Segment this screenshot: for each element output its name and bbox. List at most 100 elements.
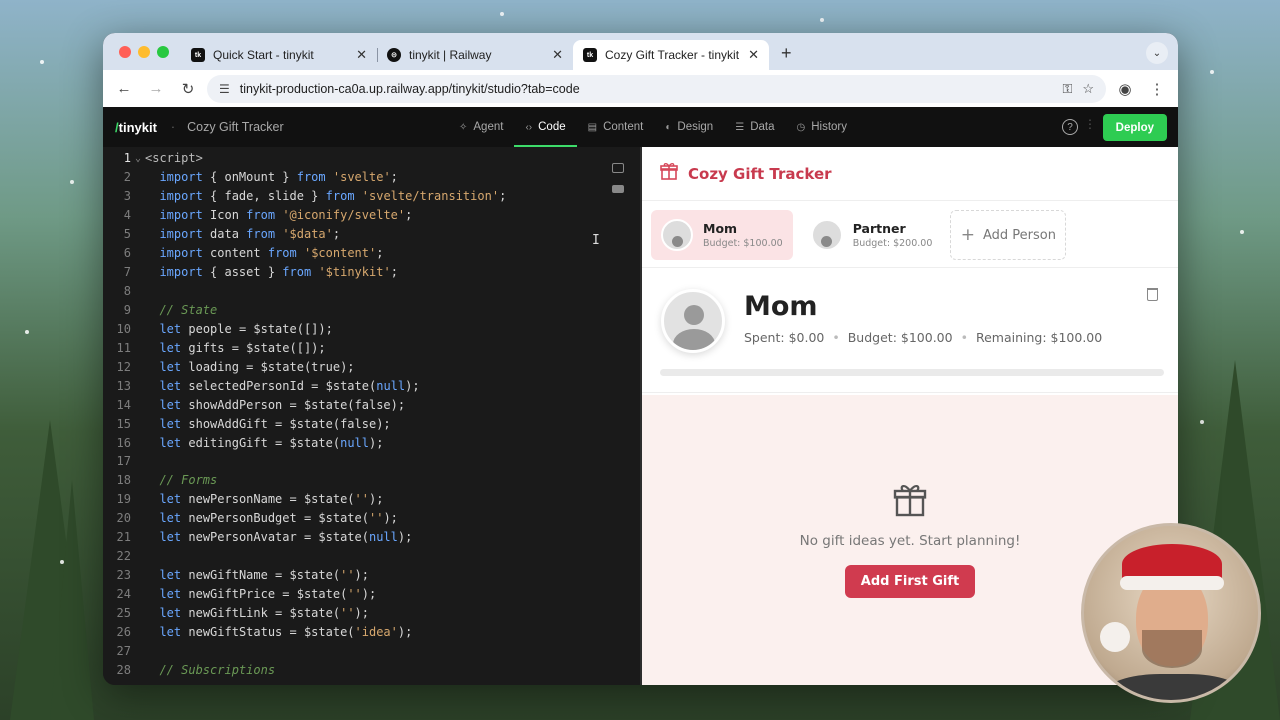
- code-line[interactable]: 22: [103, 547, 640, 566]
- browser-tab[interactable]: tk Quick Start - tinykit ✕: [181, 40, 378, 70]
- person-card-budget: Budget: $100.00: [703, 238, 783, 249]
- forward-icon[interactable]: →: [143, 76, 169, 102]
- code-line[interactable]: 17: [103, 452, 640, 471]
- code-line[interactable]: 10 let people = $state([]);: [103, 319, 640, 338]
- brand-logo[interactable]: /tinykit: [115, 120, 157, 135]
- code-line[interactable]: 11 let gifts = $state([]);: [103, 338, 640, 357]
- preview-toggle-icon[interactable]: [612, 185, 624, 193]
- close-tab-icon[interactable]: ✕: [552, 47, 563, 63]
- person-card-name: Mom: [703, 221, 738, 236]
- nav-label: Agent: [473, 121, 504, 133]
- maximize-window-button[interactable]: [157, 46, 169, 58]
- person-card-name: Partner: [852, 221, 906, 236]
- close-tab-icon[interactable]: ✕: [356, 47, 367, 63]
- nav-label: Code: [538, 121, 566, 133]
- code-text: let showAddGift = $state(false);: [159, 416, 391, 431]
- code-line[interactable]: 16 let editingGift = $state(null);: [103, 433, 640, 452]
- code-line[interactable]: 1 ⌄ <script>: [103, 149, 640, 168]
- line-number: 14: [116, 397, 131, 412]
- help-icon[interactable]: ?: [1062, 119, 1078, 135]
- new-tab-icon[interactable]: +: [781, 43, 792, 64]
- code-line[interactable]: 4 import Icon from '@iconify/svelte';: [103, 206, 640, 225]
- browser-tab[interactable]: tk Cozy Gift Tracker - tinykit ✕: [573, 40, 769, 70]
- nav-label: Data: [750, 121, 775, 133]
- remaining-stat: Remaining: $100.00: [975, 330, 1103, 345]
- url-bar[interactable]: ☰ tinykit-production-ca0a.up.railway.app…: [207, 74, 1106, 103]
- tab-agent[interactable]: ✧ Agent: [448, 107, 514, 147]
- nav-label: Design: [677, 121, 714, 133]
- gift-icon: [660, 162, 678, 185]
- code-line[interactable]: 26 let newGiftStatus = $state('idea');: [103, 622, 640, 641]
- deploy-button[interactable]: Deploy: [1102, 114, 1167, 141]
- code-editor[interactable]: 1 ⌄ <script> 2 import { onMount } from 'sve…: [103, 147, 640, 685]
- code-line[interactable]: 21 let newPersonAvatar = $state(null);: [103, 528, 640, 547]
- delete-person-trash-icon[interactable]: [1147, 288, 1158, 301]
- line-number: 6: [123, 246, 131, 261]
- budget-progress-bar: [660, 369, 1164, 376]
- code-line[interactable]: 6 import content from '$content';: [103, 244, 640, 263]
- tab-design[interactable]: ◐ Design: [654, 107, 724, 147]
- profile-icon[interactable]: ◉: [1112, 76, 1138, 102]
- code-line[interactable]: 2 import { onMount } from 'svelte';: [103, 168, 640, 187]
- tab-code[interactable]: ‹› Code: [514, 107, 577, 147]
- code-line[interactable]: 13 let selectedPersonId = $state(null);: [103, 376, 640, 395]
- bookmark-star-icon[interactable]: ☆: [1082, 81, 1094, 97]
- tab-title: Quick Start - tinykit: [213, 48, 314, 62]
- studio-workspace: 1 ⌄ <script> 2 import { onMount } from 'sve…: [103, 147, 1178, 685]
- code-text: import data from '$data';: [159, 227, 341, 242]
- code-line[interactable]: 7 import { asset } from '$tinykit';: [103, 263, 640, 282]
- browser-tab[interactable]: ⊝ tinykit | Railway ✕: [377, 40, 573, 70]
- line-number: 20: [116, 511, 131, 526]
- code-line[interactable]: 9 // State: [103, 301, 640, 320]
- code-line[interactable]: 27: [103, 641, 640, 660]
- add-first-gift-button[interactable]: Add First Gift: [844, 565, 976, 598]
- code-text: import { fade, slide } from 'svelte/tran…: [159, 189, 507, 204]
- code-line[interactable]: 25 let newGiftLink = $state('');: [103, 604, 640, 623]
- tab-title: Cozy Gift Tracker - tinykit: [605, 48, 740, 62]
- code-line[interactable]: 14 let showAddPerson = $state(false);: [103, 395, 640, 414]
- url-text[interactable]: tinykit-production-ca0a.up.railway.app/t…: [240, 82, 1053, 96]
- close-window-button[interactable]: [119, 46, 131, 58]
- code-line[interactable]: 20 let newPersonBudget = $state('');: [103, 509, 640, 528]
- code-line[interactable]: 18 // Forms: [103, 471, 640, 490]
- code-text: let loading = $state(true);: [159, 359, 355, 374]
- site-info-icon[interactable]: ☰: [219, 82, 230, 96]
- split-view-icon[interactable]: [612, 163, 624, 173]
- code-line[interactable]: 8: [103, 282, 640, 301]
- code-text: let newGiftLink = $state('');: [159, 605, 369, 620]
- code-text: // Subscriptions: [159, 662, 276, 677]
- code-line[interactable]: 19 let newPersonName = $state('');: [103, 490, 640, 509]
- code-line[interactable]: 5 import data from '$data';: [103, 225, 640, 244]
- fold-chevron-icon[interactable]: ⌄: [131, 153, 145, 164]
- code-text: import { onMount } from 'svelte';: [159, 170, 398, 185]
- tab-history[interactable]: ◷ History: [785, 107, 858, 147]
- tab-content[interactable]: ▤ Content: [577, 107, 655, 147]
- tab-data[interactable]: ☰ Data: [724, 107, 785, 147]
- close-tab-icon[interactable]: ✕: [748, 47, 759, 63]
- browser-menu-icon[interactable]: ⋮: [1144, 76, 1170, 102]
- minimize-window-button[interactable]: [138, 46, 150, 58]
- tab-search-chevron-icon[interactable]: ⌄: [1146, 42, 1168, 64]
- webcam-overlay: [1081, 523, 1261, 703]
- code-line[interactable]: 23 let newGiftName = $state('');: [103, 566, 640, 585]
- more-icon[interactable]: ⋮: [1084, 117, 1096, 131]
- line-number: 28: [116, 662, 131, 677]
- person-card[interactable]: Partner Budget: $200.00: [801, 210, 943, 260]
- add-person-button[interactable]: + Add Person: [950, 210, 1067, 260]
- person-stats: Spent: $0.00 • Budget: $100.00 • Remaini…: [744, 330, 1102, 345]
- browser-tabbar: tk Quick Start - tinykit ✕ ⊝ tinykit | Railw…: [103, 33, 1178, 70]
- code-line[interactable]: 12 let loading = $state(true);: [103, 357, 640, 376]
- palette-icon: ◐: [665, 121, 672, 133]
- reload-icon[interactable]: ↻: [175, 76, 201, 102]
- code-line[interactable]: 3 import { fade, slide } from 'svelte/tr…: [103, 187, 640, 206]
- password-key-icon[interactable]: ⚿: [1062, 81, 1072, 97]
- person-card[interactable]: Mom Budget: $100.00: [651, 210, 793, 260]
- code-line[interactable]: 24 let newGiftPrice = $state('');: [103, 585, 640, 604]
- back-icon[interactable]: ←: [111, 76, 137, 102]
- database-icon: ☰: [735, 121, 745, 133]
- code-line[interactable]: 28 // Subscriptions: [103, 660, 640, 679]
- code-text: // Forms: [159, 473, 218, 488]
- code-text: let newGiftPrice = $state('');: [159, 587, 377, 602]
- line-number: 24: [116, 587, 131, 602]
- code-line[interactable]: 15 let showAddGift = $state(false);: [103, 414, 640, 433]
